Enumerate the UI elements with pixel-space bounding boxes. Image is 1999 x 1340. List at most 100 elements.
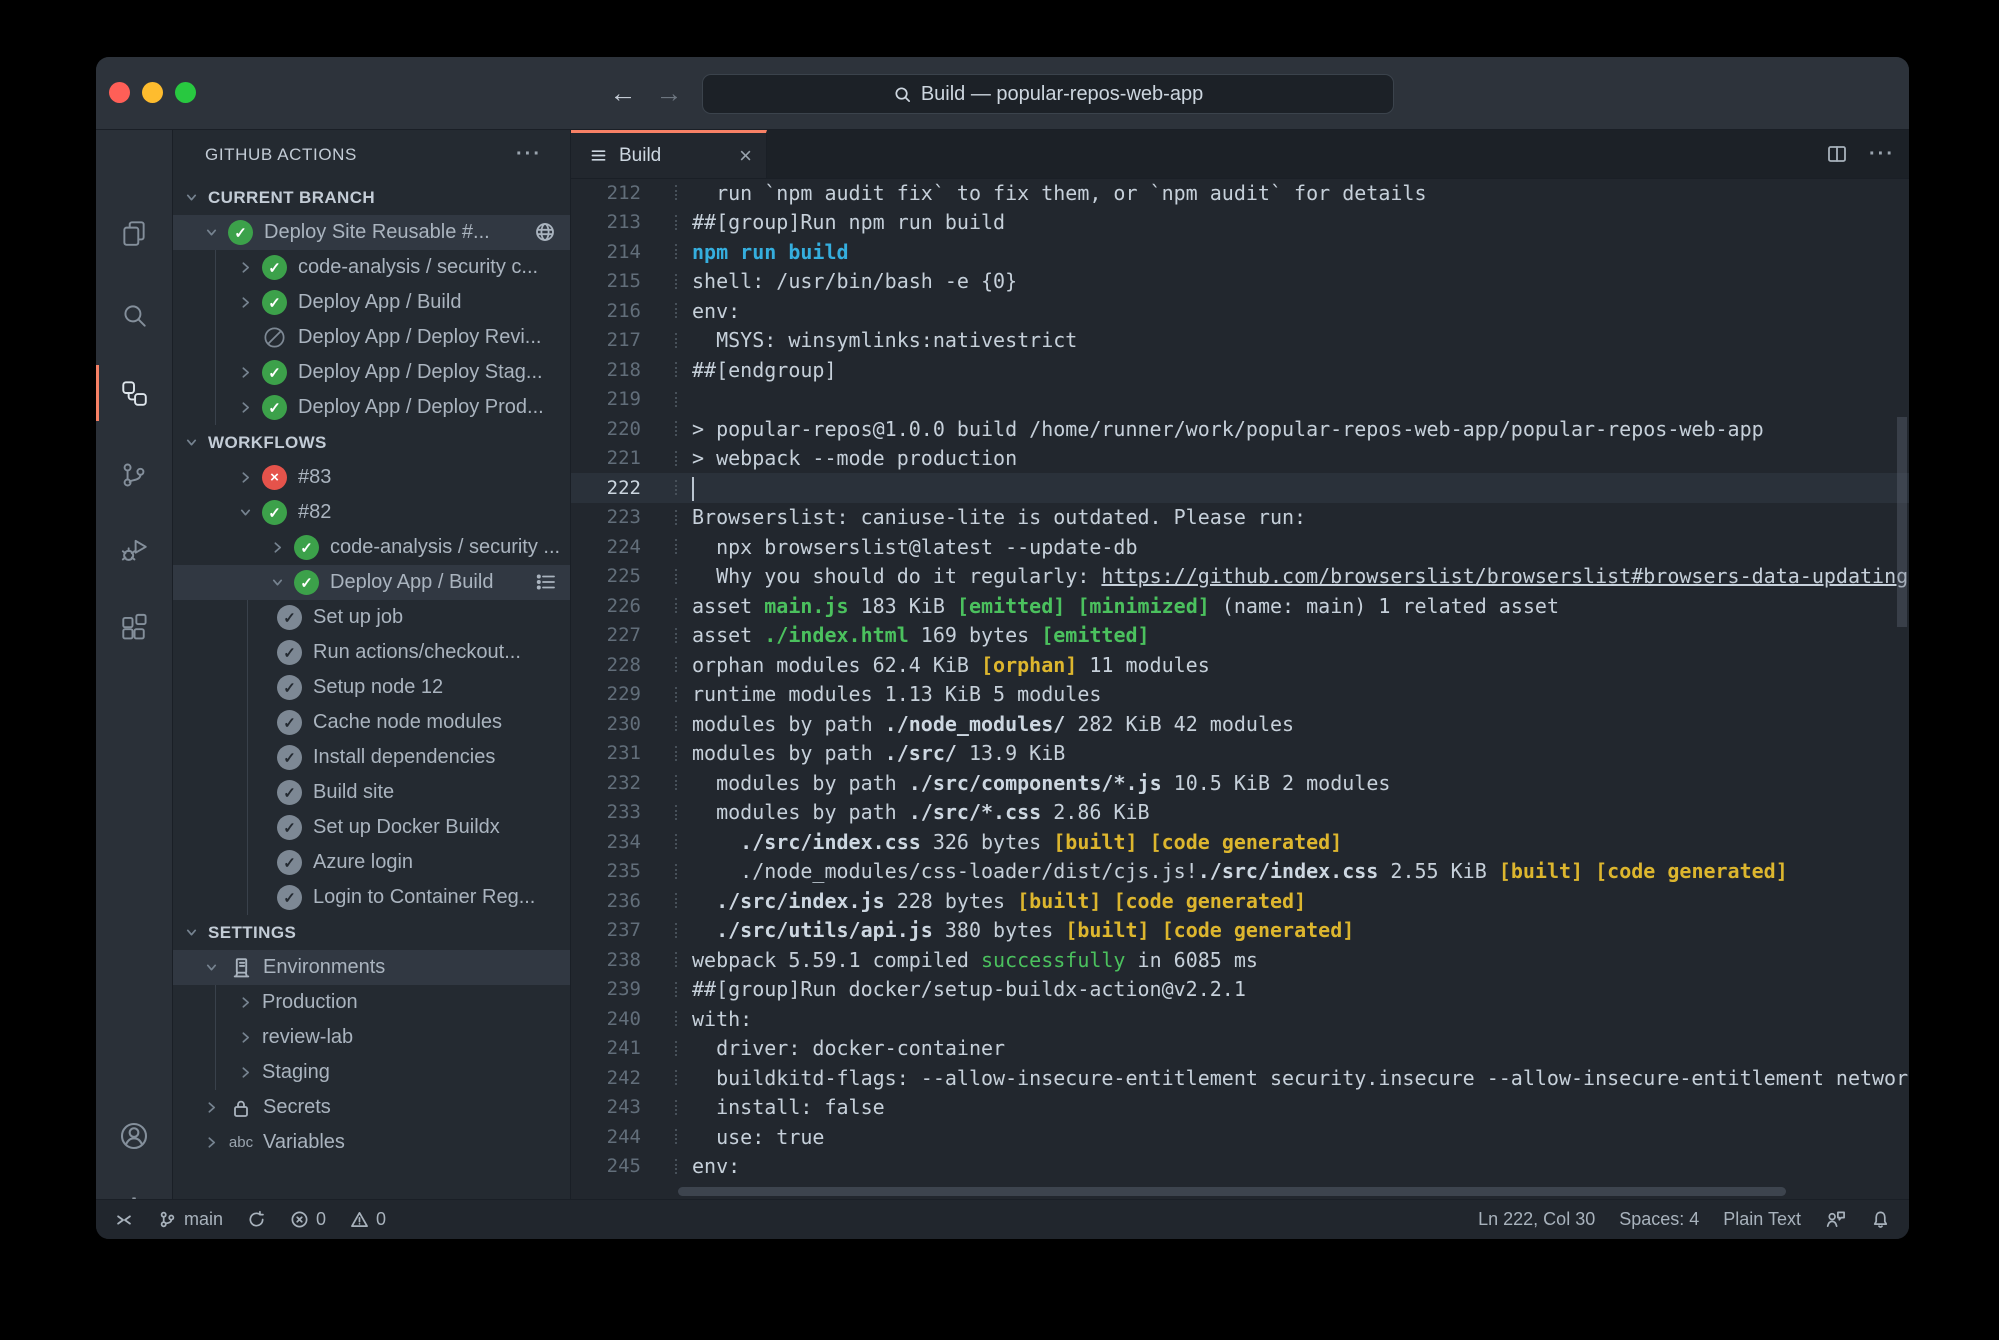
close-window-button[interactable] — [109, 82, 130, 103]
activity-extensions-button[interactable] — [96, 597, 172, 655]
status-ln-222-col-30[interactable]: Ln 222, Col 30 — [1478, 1200, 1595, 1239]
timestamp-fold-mark — [675, 804, 679, 820]
chevron-right-icon — [237, 260, 253, 275]
activity-account-button[interactable] — [96, 1107, 172, 1165]
status-remote[interactable] — [114, 1200, 134, 1239]
log-line-222: 222 — [571, 473, 1909, 503]
tree-item-deploy-app-deploy-prod-[interactable]: ✓ Deploy App / Deploy Prod... — [173, 390, 570, 425]
tab-build[interactable]: Build × — [571, 130, 767, 178]
sync-icon — [247, 1210, 266, 1229]
more-actions-icon[interactable]: ··· — [1869, 143, 1895, 166]
skipped-icon — [262, 325, 287, 350]
tree-item-login-to-container-reg-[interactable]: ✓ Login to Container Reg... — [173, 880, 570, 915]
tree-item-deploy-site-reusable-#-[interactable]: ✓ Deploy Site Reusable #... — [173, 215, 570, 250]
tree-item-environments[interactable]: Environments — [173, 950, 570, 985]
tree-item-setup-node-12[interactable]: ✓ Setup node 12 — [173, 670, 570, 705]
activity-explorer-button[interactable] — [96, 204, 172, 262]
tree-item-label: Deploy App / Deploy Stag... — [298, 361, 543, 383]
status-warning[interactable]: 0 — [350, 1200, 386, 1239]
status-sync[interactable] — [247, 1200, 266, 1239]
activity-source-control-button[interactable] — [96, 446, 172, 504]
success-check-icon: ✓ — [262, 255, 287, 280]
globe-icon[interactable] — [534, 221, 556, 243]
tree-item-label: Build site — [313, 781, 395, 803]
activity-run-debug-button[interactable] — [96, 521, 172, 579]
tree-item-#83[interactable]: × #83 — [173, 460, 570, 495]
tree-item-azure-login[interactable]: ✓ Azure login — [173, 845, 570, 880]
list-icon[interactable] — [534, 571, 556, 593]
split-editor-icon[interactable] — [1825, 142, 1849, 166]
command-center-search[interactable]: Build — popular-repos-web-app — [702, 74, 1394, 114]
timestamp-fold-mark — [675, 480, 679, 496]
line-number: 221 — [606, 447, 641, 470]
indent-guide — [247, 600, 248, 915]
line-number: 233 — [606, 801, 641, 824]
tree-item-label: Deploy App / Deploy Prod... — [298, 396, 544, 418]
status-plain-text[interactable]: Plain Text — [1723, 1200, 1801, 1239]
log-line-232: 232 modules by path ./src/components/*.j… — [571, 768, 1909, 798]
timestamp-fold-mark — [675, 244, 679, 260]
line-number: 225 — [606, 565, 641, 588]
tree-item-code-analysis-security-[interactable]: ✓ code-analysis / security ... — [173, 530, 570, 565]
tree-item-deploy-app-deploy-stag-[interactable]: ✓ Deploy App / Deploy Stag... — [173, 355, 570, 390]
tree-item-variables[interactable]: abc Variables — [173, 1125, 570, 1160]
activity-search-button[interactable] — [96, 287, 172, 345]
more-actions-icon[interactable]: ··· — [516, 143, 542, 166]
tree-item-code-analysis-security-c-[interactable]: ✓ code-analysis / security c... — [173, 250, 570, 285]
tree-item-secrets[interactable]: Secrets — [173, 1090, 570, 1125]
vertical-scrollbar[interactable] — [1897, 417, 1907, 627]
chevron-down-icon — [183, 435, 199, 450]
chevron-right-icon — [237, 295, 253, 310]
tree-item-run-actions-checkout-[interactable]: ✓ Run actions/checkout... — [173, 635, 570, 670]
tree-item-review-lab[interactable]: review-lab — [173, 1020, 570, 1055]
tree-item-staging[interactable]: Staging — [173, 1055, 570, 1090]
status-git-branch[interactable]: main — [158, 1200, 223, 1239]
chevron-right-icon — [237, 1030, 253, 1045]
tree-item-set-up-docker-buildx[interactable]: ✓ Set up Docker Buildx — [173, 810, 570, 845]
log-link[interactable]: https://github.com/browserslist/browsers… — [1101, 564, 1908, 588]
tree-item-label: #82 — [298, 501, 332, 523]
line-number: 231 — [606, 742, 641, 765]
step-check-icon: ✓ — [277, 710, 302, 735]
success-check-icon: ✓ — [262, 360, 287, 385]
tree-item-label: Environments — [263, 956, 386, 978]
github-actions-icon — [119, 378, 149, 408]
tree-item-label: Cache node modules — [313, 711, 503, 733]
section-settings[interactable]: SETTINGS — [173, 915, 570, 950]
step-check-icon: ✓ — [277, 745, 302, 770]
activity-github-actions-button[interactable] — [96, 364, 172, 422]
log-line-242: 242 buildkitd-flags: --allow-insecure-en… — [571, 1063, 1909, 1093]
timestamp-fold-mark — [675, 185, 679, 201]
tree-item-label: Deploy App / Build — [330, 571, 494, 593]
tree-item-production[interactable]: Production — [173, 985, 570, 1020]
tree-item-deploy-app-build[interactable]: ✓ Deploy App / Build — [173, 285, 570, 320]
bell-icon — [1870, 1209, 1891, 1230]
back-arrow-button[interactable]: ← — [606, 75, 640, 111]
tree-item-cache-node-modules[interactable]: ✓ Cache node modules — [173, 705, 570, 740]
status-spaces-4[interactable]: Spaces: 4 — [1619, 1200, 1699, 1239]
tree-item-deploy-app-deploy-revi-[interactable]: Deploy App / Deploy Revi... — [173, 320, 570, 355]
section-workflows[interactable]: WORKFLOWS — [173, 425, 570, 460]
minimize-window-button[interactable] — [142, 82, 163, 103]
tree-item-build-site[interactable]: ✓ Build site — [173, 775, 570, 810]
tree-item-#82[interactable]: ✓ #82 — [173, 495, 570, 530]
section-current-branch[interactable]: CURRENT BRANCH — [173, 180, 570, 215]
status-error[interactable]: 0 — [290, 1200, 326, 1239]
tree-item-label: Variables — [263, 1131, 345, 1153]
chevron-down-icon — [203, 225, 219, 240]
status-feedback[interactable] — [1825, 1200, 1846, 1239]
chevron-down-icon — [269, 575, 285, 590]
tree-item-set-up-job[interactable]: ✓ Set up job — [173, 600, 570, 635]
forward-arrow-button[interactable]: → — [652, 75, 686, 111]
maximize-window-button[interactable] — [175, 82, 196, 103]
close-tab-icon[interactable]: × — [739, 144, 752, 167]
timestamp-fold-mark — [675, 775, 679, 791]
tree-item-deploy-app-build[interactable]: ✓ Deploy App / Build — [173, 565, 570, 600]
status-bell[interactable] — [1870, 1200, 1891, 1239]
line-number: 215 — [606, 270, 641, 293]
timestamp-fold-mark — [675, 273, 679, 289]
explorer-icon — [119, 218, 149, 248]
horizontal-scrollbar[interactable] — [678, 1187, 1786, 1196]
tree-item-install-dependencies[interactable]: ✓ Install dependencies — [173, 740, 570, 775]
line-number: 245 — [606, 1155, 641, 1178]
